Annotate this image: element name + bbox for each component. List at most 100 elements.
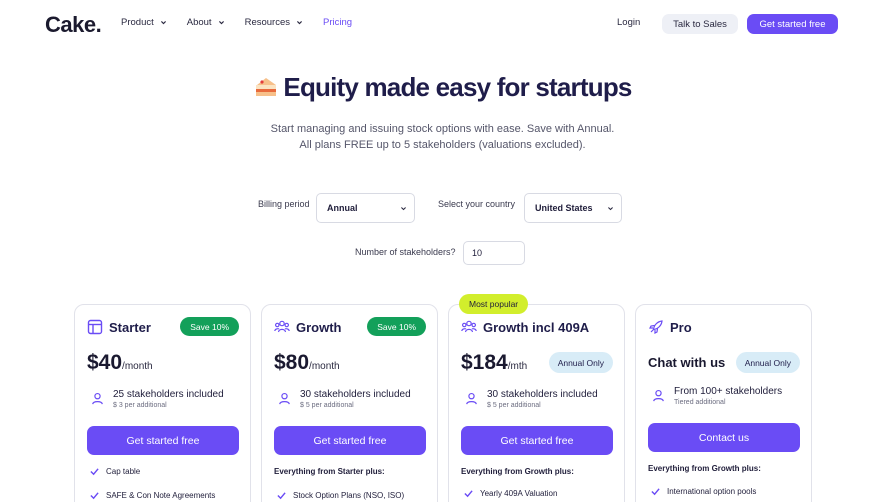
rocket-icon xyxy=(649,320,663,334)
site-header: Cake. Product About Resources Pricing Lo… xyxy=(0,0,885,48)
billing-period-select[interactable]: Annual xyxy=(316,193,415,223)
check-icon xyxy=(90,492,99,500)
plan-name: Growth xyxy=(296,319,342,335)
price-value: $40 xyxy=(87,351,123,374)
features-heading: Everything from Starter plus: xyxy=(274,467,385,476)
plan-title: Starter xyxy=(87,319,151,335)
feature-item: SAFE & Con Note Agreements xyxy=(90,491,215,500)
get-started-button[interactable]: Get started free xyxy=(747,14,838,34)
plan-price: Chat with us xyxy=(648,355,726,370)
annual-only-badge: Annual Only xyxy=(548,352,613,373)
user-icon xyxy=(653,389,664,402)
billing-period-value: Annual xyxy=(327,203,358,213)
team-icon xyxy=(461,320,477,333)
price-value: $80 xyxy=(274,351,310,374)
plan-price: $40/month xyxy=(87,351,153,375)
save-badge: Save 10% xyxy=(180,317,239,336)
annual-only-badge: Annual Only xyxy=(735,352,800,373)
most-popular-badge: Most popular xyxy=(459,294,529,314)
stakeholders-input[interactable] xyxy=(463,241,525,265)
country-select[interactable]: United States xyxy=(524,193,622,223)
login-link[interactable]: Login xyxy=(617,17,640,28)
price-unit: /month xyxy=(309,361,340,372)
plan-card-growth-409a: Growth incl 409A Annual Only $184/mth 30… xyxy=(448,304,625,502)
plan-price: $184/mth xyxy=(461,351,527,375)
plan-card-pro: Pro Annual Only Chat with us From 100+ s… xyxy=(635,304,812,502)
subtitle-line: Start managing and issuing stock options… xyxy=(270,123,615,135)
nav-item-about[interactable]: About xyxy=(187,17,225,28)
nav-item-label: Resources xyxy=(244,17,290,28)
contact-us-button[interactable]: Contact us xyxy=(648,423,800,452)
get-started-button[interactable]: Get started free xyxy=(461,426,613,455)
chevron-down-icon xyxy=(160,21,166,25)
plan-title: Growth xyxy=(274,319,342,335)
billing-period-label: Billing period xyxy=(258,199,310,209)
feature-label: Cap table xyxy=(106,467,141,476)
country-value: United States xyxy=(535,203,593,213)
get-started-button[interactable]: Get started free xyxy=(87,426,239,455)
check-icon xyxy=(277,492,286,500)
feature-item: Stock Option Plans (NSO, ISO) xyxy=(277,491,404,500)
layout-icon xyxy=(87,319,103,335)
plan-card-growth: Growth Save 10% $80/month 30 stakeholder… xyxy=(261,304,438,502)
chevron-down-icon xyxy=(297,21,302,25)
plan-card-starter: Starter Save 10% $40/month 25 stakeholde… xyxy=(74,304,251,502)
features-heading: Everything from Growth plus: xyxy=(461,467,574,476)
stakeholders-additional: Tiered additional xyxy=(674,399,726,406)
price-unit: /month xyxy=(122,361,153,372)
logo[interactable]: Cake. xyxy=(45,12,102,38)
feature-label: SAFE & Con Note Agreements xyxy=(106,491,216,500)
stakeholders-included: 30 stakeholders included xyxy=(487,389,598,400)
plan-price: $80/month xyxy=(274,351,340,375)
nav-item-label: Pricing xyxy=(323,17,353,28)
plan-name: Growth incl 409A xyxy=(483,319,590,335)
check-icon xyxy=(464,490,473,498)
stakeholders-additional: $ 3 per additional xyxy=(113,402,167,409)
get-started-button[interactable]: Get started free xyxy=(274,426,426,455)
page-title: Equity made easy for startups xyxy=(0,72,885,105)
stakeholders-included: From 100+ stakeholders xyxy=(674,386,783,397)
stakeholders-info: From 100+ stakeholders Tiered additional xyxy=(652,386,782,406)
nav-item-product[interactable]: Product xyxy=(121,17,167,28)
nav-item-pricing[interactable]: Pricing xyxy=(323,17,352,28)
save-badge: Save 10% xyxy=(367,317,426,336)
user-icon xyxy=(466,392,477,405)
talk-to-sales-button[interactable]: Talk to Sales xyxy=(662,14,738,34)
plan-name: Pro xyxy=(670,319,692,335)
feature-label: Yearly 409A Valuation xyxy=(480,489,558,498)
features-heading: Everything from Growth plus: xyxy=(648,464,761,473)
main-nav: Product About Resources Pricing xyxy=(121,17,372,28)
feature-item: Yearly 409A Valuation xyxy=(464,489,557,498)
chevron-down-icon xyxy=(218,21,224,25)
feature-label: International option pools xyxy=(667,487,757,496)
stakeholders-info: 30 stakeholders included $ 5 per additio… xyxy=(278,389,411,409)
feature-item: Cap table xyxy=(90,467,140,476)
stakeholders-included: 25 stakeholders included xyxy=(113,389,224,400)
subtitle-line: All plans FREE up to 5 stakeholders (val… xyxy=(299,139,586,151)
nav-item-label: About xyxy=(186,17,212,28)
price-value: $184 xyxy=(461,351,508,374)
cake-icon xyxy=(253,74,279,105)
page-subtitle: Start managing and issuing stock options… xyxy=(0,121,885,153)
chevron-down-icon xyxy=(401,207,406,211)
stakeholders-additional: $ 5 per additional xyxy=(300,402,354,409)
check-icon xyxy=(651,488,660,496)
country-label: Select your country xyxy=(438,199,516,209)
stakeholders-additional: $ 5 per additional xyxy=(487,402,541,409)
page-title-text: Equity made easy for startups xyxy=(283,72,632,102)
plan-name: Starter xyxy=(109,319,151,335)
nav-item-label: Product xyxy=(121,17,154,28)
stakeholders-info: 25 stakeholders included $ 3 per additio… xyxy=(91,389,224,409)
stakeholders-included: 30 stakeholders included xyxy=(300,389,411,400)
team-icon xyxy=(274,320,290,333)
price-unit: /mth xyxy=(507,361,528,372)
user-icon xyxy=(92,392,103,405)
user-icon xyxy=(279,392,290,405)
stakeholders-info: 30 stakeholders included $ 5 per additio… xyxy=(465,389,598,409)
feature-item: International option pools xyxy=(651,487,756,496)
nav-item-resources[interactable]: Resources xyxy=(245,17,303,28)
plan-title: Growth incl 409A xyxy=(461,319,589,335)
feature-label: Stock Option Plans (NSO, ISO) xyxy=(293,491,405,500)
plan-title: Pro xyxy=(648,319,692,335)
chevron-down-icon xyxy=(608,207,613,211)
